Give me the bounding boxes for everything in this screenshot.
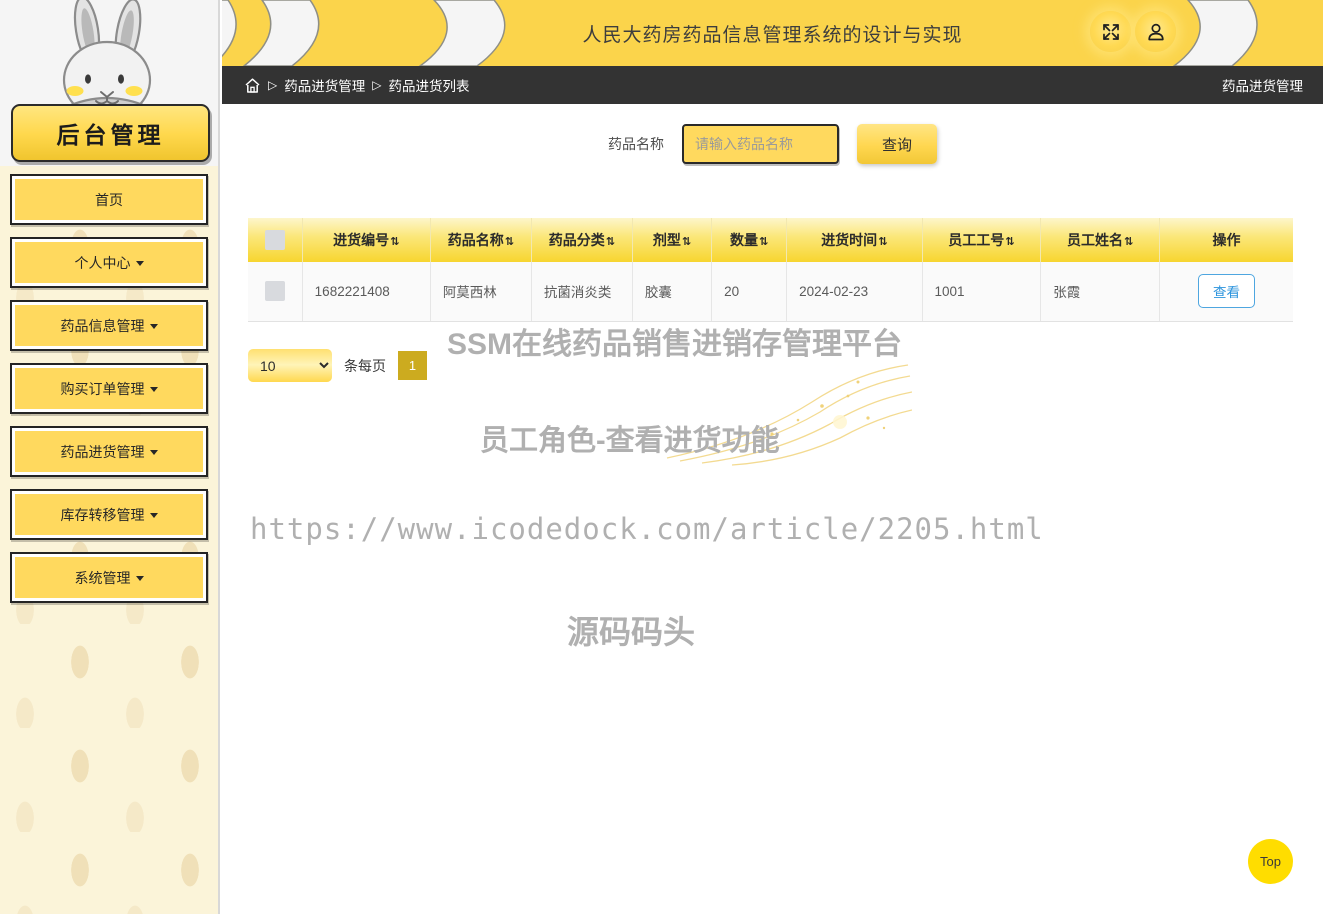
watermark-subtitle: 员工角色-查看进货功能 xyxy=(480,425,780,457)
page-size-unit-label: 条每页 xyxy=(344,357,386,374)
chevron-down-icon xyxy=(149,387,158,392)
search-bar: 药品名称 查询 xyxy=(222,124,1323,164)
column-label: 药品分类 xyxy=(548,232,605,248)
table-header-staff-name[interactable]: 员工姓名⇅ xyxy=(1040,218,1161,262)
sidebar-item-label: 个人中心 xyxy=(74,254,131,271)
sidebar-item-label: 购买订单管理 xyxy=(60,380,145,397)
fullscreen-arrows-glyph xyxy=(1102,23,1119,40)
column-label: 进货时间 xyxy=(821,232,878,248)
table-header-purchase-date[interactable]: 进货时间⇅ xyxy=(786,218,923,262)
scroll-to-top-button[interactable]: Top xyxy=(1248,839,1293,884)
row-select-cell[interactable] xyxy=(248,262,303,322)
breadcrumb-separator: ▷ xyxy=(268,78,278,92)
sidebar-item-label: 系统管理 xyxy=(74,569,131,586)
column-label: 员工工号 xyxy=(948,232,1005,248)
column-label: 员工姓名 xyxy=(1067,232,1124,248)
sidebar-brand-label: 后台管理 xyxy=(56,122,165,149)
sidebar-brand-plate: 后台管理 xyxy=(11,104,210,162)
sort-icon: ⇅ xyxy=(605,236,615,248)
column-label: 药品名称 xyxy=(447,232,504,248)
page-size-select[interactable]: 10 20 50 100 xyxy=(248,349,332,382)
sort-icon: ⇅ xyxy=(504,236,514,248)
sidebar-menu: 首页 个人中心 药品信息管理 购买订单管理 药品进货管理 库存转移管理 系统管理 xyxy=(0,166,218,603)
cell-staff-id: 1001 xyxy=(922,262,1042,322)
breadcrumb-item-current[interactable]: 药品进货列表 xyxy=(388,75,469,95)
cell-operation: 查看 xyxy=(1159,262,1293,322)
table-header-operation: 操作 xyxy=(1159,218,1293,262)
select-all-checkbox[interactable] xyxy=(264,230,285,250)
table-header-purchase-no[interactable]: 进货编号⇅ xyxy=(302,218,431,262)
sort-icon: ⇅ xyxy=(681,236,692,248)
pagination-controls: 10 20 50 100 条每页 1 xyxy=(248,349,427,382)
sidebar-item-system-management[interactable]: 系统管理 xyxy=(10,552,208,603)
sidebar-item-purchase-order[interactable]: 购买订单管理 xyxy=(10,363,208,414)
table-header-category[interactable]: 药品分类⇅ xyxy=(531,218,633,262)
breadcrumb: ▷ 药品进货管理 ▷ 药品进货列表 xyxy=(244,75,469,95)
app-header: 人民大药房药品信息管理系统的设计与实现 xyxy=(222,0,1323,66)
sort-icon: ⇅ xyxy=(390,236,400,248)
search-input[interactable] xyxy=(682,124,839,164)
module-name-label: 药品进货管理 xyxy=(1222,79,1303,94)
sidebar-item-home[interactable]: 首页 xyxy=(10,174,208,225)
search-button[interactable]: 查询 xyxy=(857,124,937,164)
page-number-button[interactable]: 1 xyxy=(398,351,427,380)
sidebar-brand-panel: 后台管理 xyxy=(0,0,218,166)
sidebar-item-personal-center[interactable]: 个人中心 xyxy=(10,237,208,288)
sort-icon: ⇅ xyxy=(758,236,769,248)
chevron-down-icon xyxy=(135,261,144,266)
cell-purchase-date: 2024-02-23 xyxy=(786,262,923,322)
home-icon[interactable] xyxy=(244,77,261,94)
column-label: 进货编号 xyxy=(333,232,390,248)
sort-icon: ⇅ xyxy=(878,236,888,248)
user-person-glyph xyxy=(1147,23,1164,40)
main-content: SSM在线药品销售进销存管理平台 员工角色-查看进货功能 https://www… xyxy=(222,104,1323,914)
cell-drug-name: 阿莫西林 xyxy=(430,262,532,322)
cell-purchase-no: 1682221408 xyxy=(302,262,431,322)
decorative-swoosh-graphic xyxy=(666,364,912,466)
data-table: 进货编号⇅ 药品名称⇅ 药品分类⇅ 剂型⇅ 数量⇅ 进货时间⇅ 员工工号⇅ 员工… xyxy=(248,218,1293,322)
table-row[interactable]: 1682221408 阿莫西林 抗菌消炎类 胶囊 20 2024-02-23 1… xyxy=(248,262,1293,322)
table-header-quantity[interactable]: 数量⇅ xyxy=(711,218,788,262)
sidebar: 后台管理 首页 个人中心 药品信息管理 购买订单管理 药品进货管理 库存转移管理… xyxy=(0,0,220,914)
chevron-down-icon xyxy=(149,324,158,329)
sort-icon: ⇅ xyxy=(1124,236,1134,248)
table-header-select-all[interactable] xyxy=(248,218,303,262)
column-label: 剂型 xyxy=(652,232,681,248)
sidebar-item-label: 药品进货管理 xyxy=(60,443,145,460)
view-button[interactable]: 查看 xyxy=(1198,274,1256,309)
cell-dosage-form: 胶囊 xyxy=(632,262,713,322)
row-checkbox[interactable] xyxy=(264,281,285,302)
top-button-label: Top xyxy=(1260,854,1281,869)
breadcrumb-bar: ▷ 药品进货管理 ▷ 药品进货列表 药品进货管理 xyxy=(222,66,1323,104)
chevron-down-icon xyxy=(149,450,158,455)
chevron-down-icon xyxy=(135,576,144,581)
column-label: 操作 xyxy=(1212,232,1241,248)
column-label: 数量 xyxy=(729,232,758,248)
breadcrumb-item-module[interactable]: 药品进货管理 xyxy=(284,75,365,95)
sidebar-item-drug-info[interactable]: 药品信息管理 xyxy=(10,300,208,351)
sidebar-item-stock-transfer[interactable]: 库存转移管理 xyxy=(10,489,208,540)
table-header-dosage-form[interactable]: 剂型⇅ xyxy=(632,218,713,262)
user-icon[interactable] xyxy=(1135,11,1176,52)
watermark-title: SSM在线药品销售进销存管理平台 xyxy=(447,328,903,361)
table-header-staff-id[interactable]: 员工工号⇅ xyxy=(922,218,1042,262)
watermark-brand: 源码码头 xyxy=(567,614,696,650)
sidebar-item-drug-stock-in[interactable]: 药品进货管理 xyxy=(10,426,208,477)
sidebar-item-label: 库存转移管理 xyxy=(60,506,145,523)
fullscreen-icon[interactable] xyxy=(1090,11,1131,52)
search-label: 药品名称 xyxy=(608,136,664,152)
sidebar-item-label: 首页 xyxy=(95,191,123,208)
table-header-row: 进货编号⇅ 药品名称⇅ 药品分类⇅ 剂型⇅ 数量⇅ 进货时间⇅ 员工工号⇅ 员工… xyxy=(248,218,1293,262)
sidebar-item-label: 药品信息管理 xyxy=(60,317,145,334)
sort-icon: ⇅ xyxy=(1005,236,1015,248)
cell-quantity: 20 xyxy=(711,262,788,322)
table-header-drug-name[interactable]: 药品名称⇅ xyxy=(430,218,532,262)
watermark-url: https://www.icodedock.com/article/2205.h… xyxy=(250,512,1044,546)
breadcrumb-separator: ▷ xyxy=(372,78,382,92)
chevron-down-icon xyxy=(149,513,158,518)
cell-staff-name: 张霞 xyxy=(1040,262,1161,322)
cell-category: 抗菌消炎类 xyxy=(531,262,633,322)
